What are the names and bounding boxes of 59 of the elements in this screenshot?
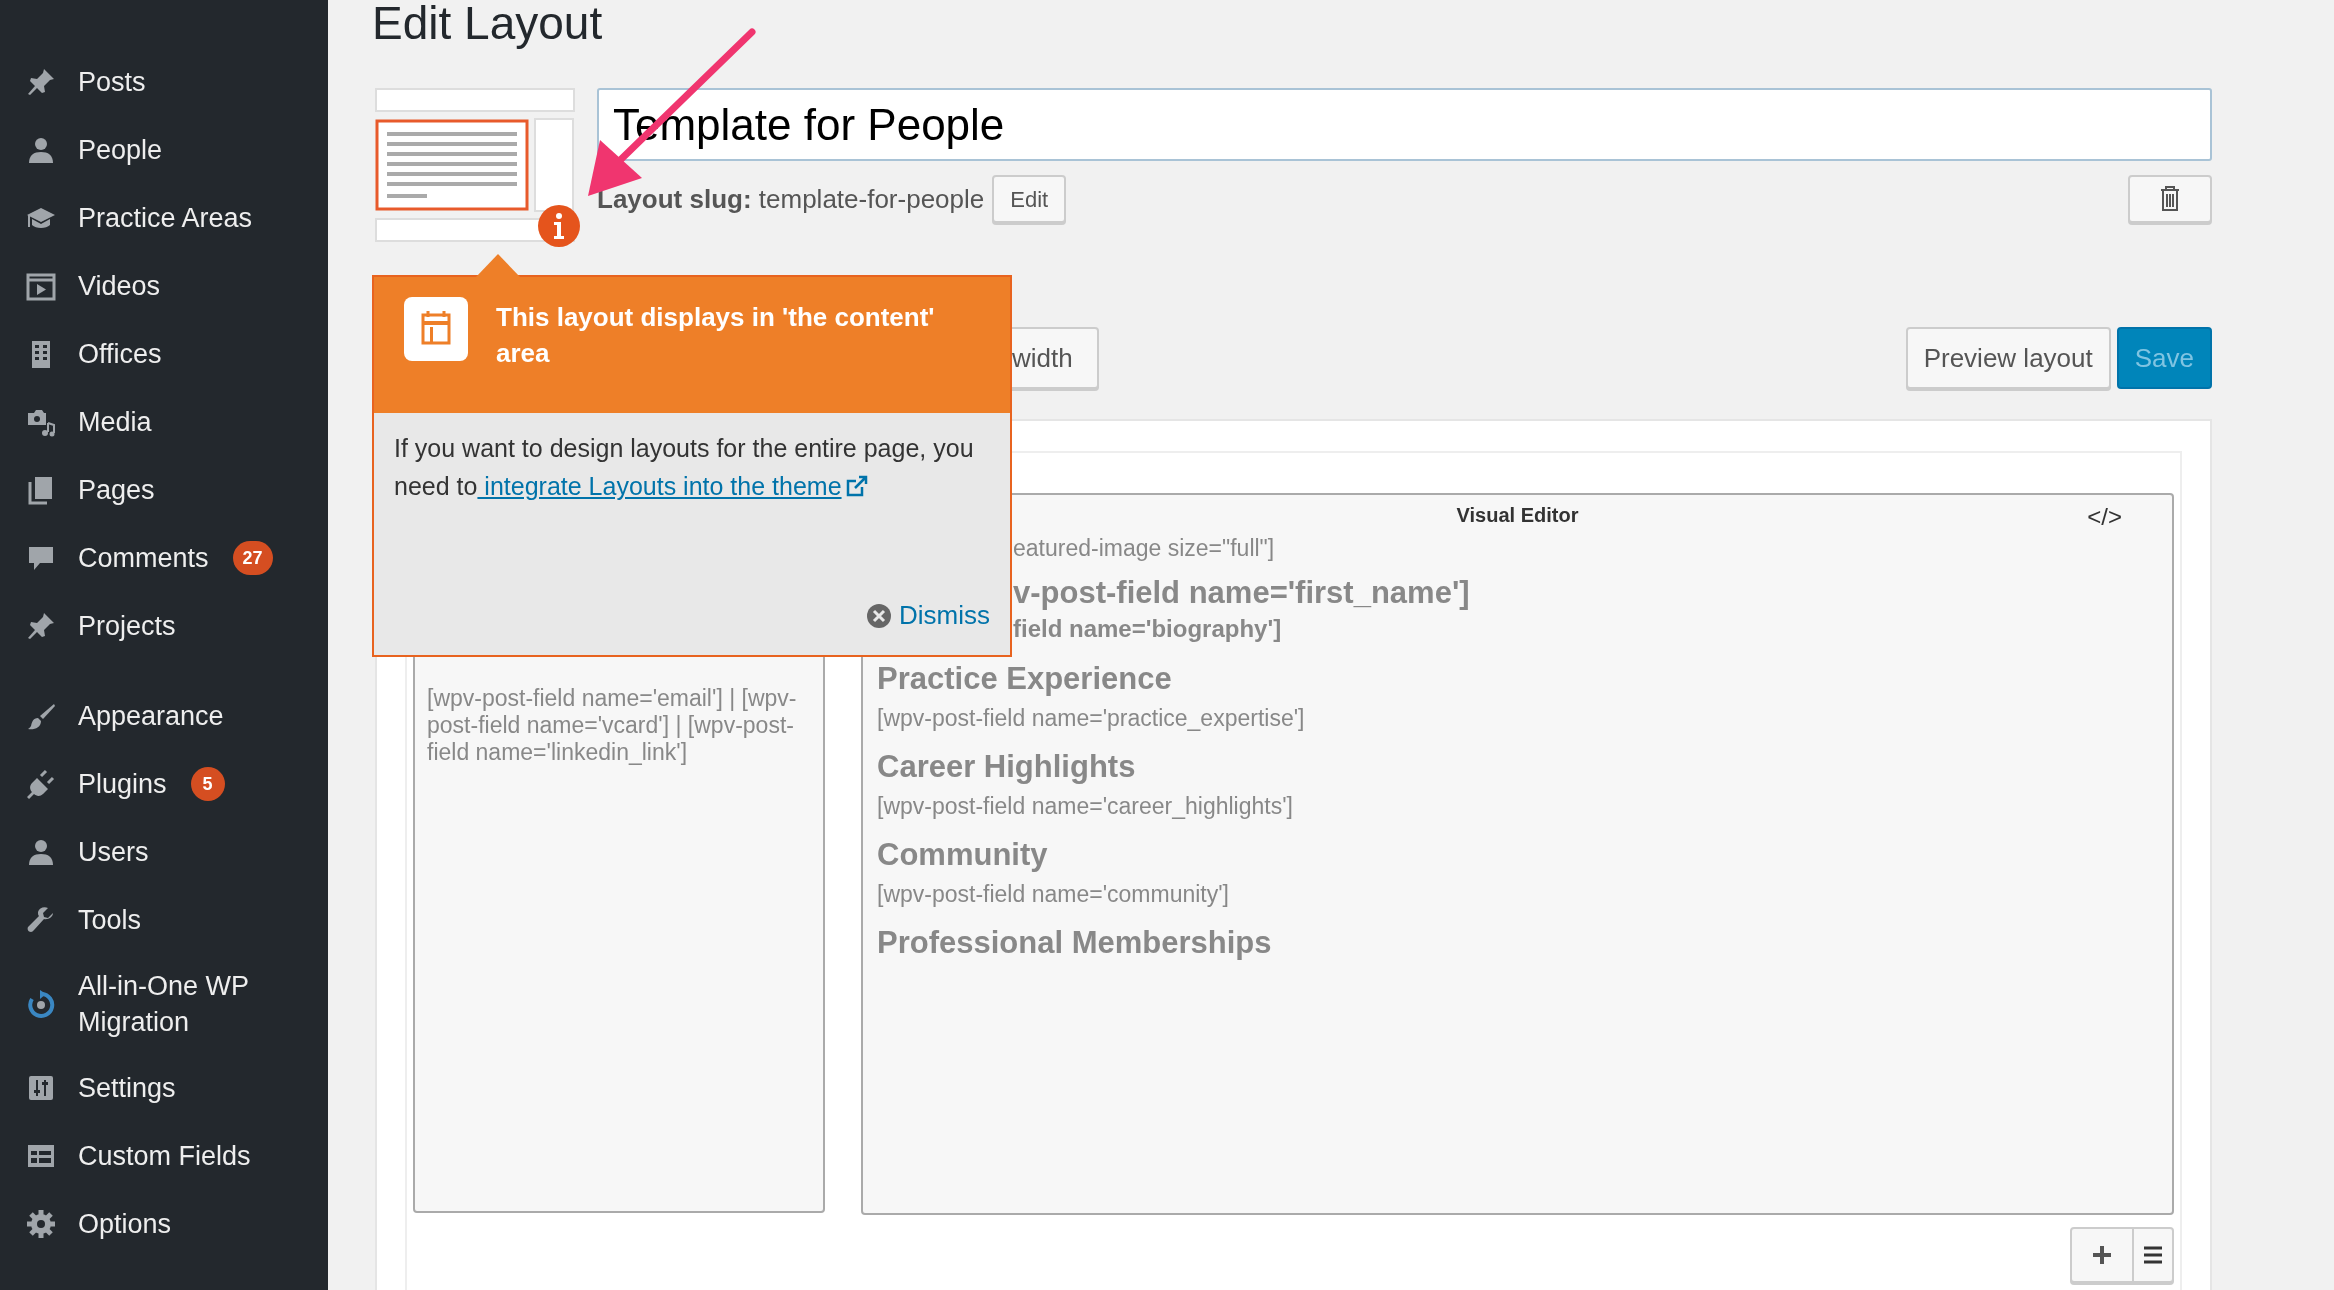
code-toggle-button[interactable]: </> xyxy=(2087,499,2122,535)
plus-icon xyxy=(2092,1245,2112,1265)
cell-title: Visual Editor xyxy=(1456,503,1579,528)
sidebar-item[interactable]: Pages xyxy=(0,456,328,524)
external-link-icon xyxy=(845,475,868,497)
close-icon xyxy=(867,603,891,628)
sidebar-item[interactable]: Settings xyxy=(0,1054,328,1122)
film-icon xyxy=(26,271,56,301)
sidebar-item[interactable]: Projects xyxy=(0,592,328,660)
heading-text: Practice Experience xyxy=(877,660,1172,698)
delete-button[interactable] xyxy=(2128,175,2212,223)
plug-icon xyxy=(26,769,56,799)
layout-icon xyxy=(404,297,468,361)
count-badge: 5 xyxy=(190,767,225,801)
popover-title: This layout displays in 'the content' area xyxy=(496,301,936,370)
camera-music-icon xyxy=(26,407,56,437)
shortcode-text: eatured-image size="full"] xyxy=(1013,534,1275,563)
layout-slug: Layout slug: template-for-people xyxy=(597,182,985,216)
sync-icon xyxy=(26,989,56,1019)
integrate-layouts-link[interactable]: integrate Layouts into the theme xyxy=(477,472,842,500)
sliders-icon xyxy=(26,1073,56,1103)
heading-text: Professional Memberships xyxy=(877,924,1272,962)
preview-layout-button[interactable]: Preview layout xyxy=(1905,327,2111,389)
pin-icon xyxy=(26,67,56,97)
sidebar-item[interactable]: People xyxy=(0,116,328,184)
dismiss-link[interactable]: Dismiss xyxy=(867,596,990,635)
trash-icon xyxy=(2160,186,2180,212)
heading-text: v-post-field name='first_name'] xyxy=(1013,574,1470,612)
paintbrush-icon xyxy=(26,701,56,731)
person-icon xyxy=(26,135,56,165)
popover-message: If you want to design layouts for the entire page, you need to integrate Layouts into the theme xyxy=(393,433,975,502)
shortcode-text: [wpv-post-field name='practice_expertise'] xyxy=(877,704,1305,733)
sidebar-item[interactable]: Tools xyxy=(0,886,328,954)
sidebar-item[interactable]: Appearance xyxy=(0,682,328,750)
info-icon[interactable] xyxy=(537,204,581,248)
sidebar-item[interactable]: Videos xyxy=(0,252,328,320)
edit-button[interactable]: Edit xyxy=(992,175,1067,223)
sidebar-item[interactable]: Offices xyxy=(0,320,328,388)
sidebar-item[interactable]: Comments 27 xyxy=(0,524,328,592)
wrench-icon xyxy=(26,905,56,935)
heading-text: Community xyxy=(877,836,1048,874)
shortcode-text: field name='biography'] xyxy=(1013,614,1282,644)
pin-icon xyxy=(26,611,56,641)
person-icon xyxy=(26,837,56,867)
sidebar-item[interactable]: Plugins 5 xyxy=(0,750,328,818)
sidebar-item[interactable]: Practice Areas xyxy=(0,184,328,252)
count-badge: 27 xyxy=(232,541,273,575)
shortcode-text: [wpv-post-field name='email'] | [wpv-post-field name='vcard'] | [wpv-post-field name='linkedin_link'] xyxy=(427,685,798,766)
sidebar-item[interactable]: Custom Fields xyxy=(0,1122,328,1190)
heading-text: Career Highlights xyxy=(877,748,1136,786)
sidebar-item[interactable]: Posts xyxy=(0,48,328,116)
shortcode-text: [wpv-post-field name='community'] xyxy=(877,880,1229,909)
sidebar-item[interactable]: Media xyxy=(0,388,328,456)
shortcode-text: [wpv-post-field name='career_highlights'] xyxy=(877,792,1293,821)
menu-icon xyxy=(2143,1246,2163,1264)
settings-icon xyxy=(26,1209,56,1239)
sidebar-item[interactable]: Users xyxy=(0,818,328,886)
sidebar-item[interactable]: Options xyxy=(0,1190,328,1258)
sidebar-item[interactable]: All-in-One WP Migration xyxy=(0,954,328,1054)
